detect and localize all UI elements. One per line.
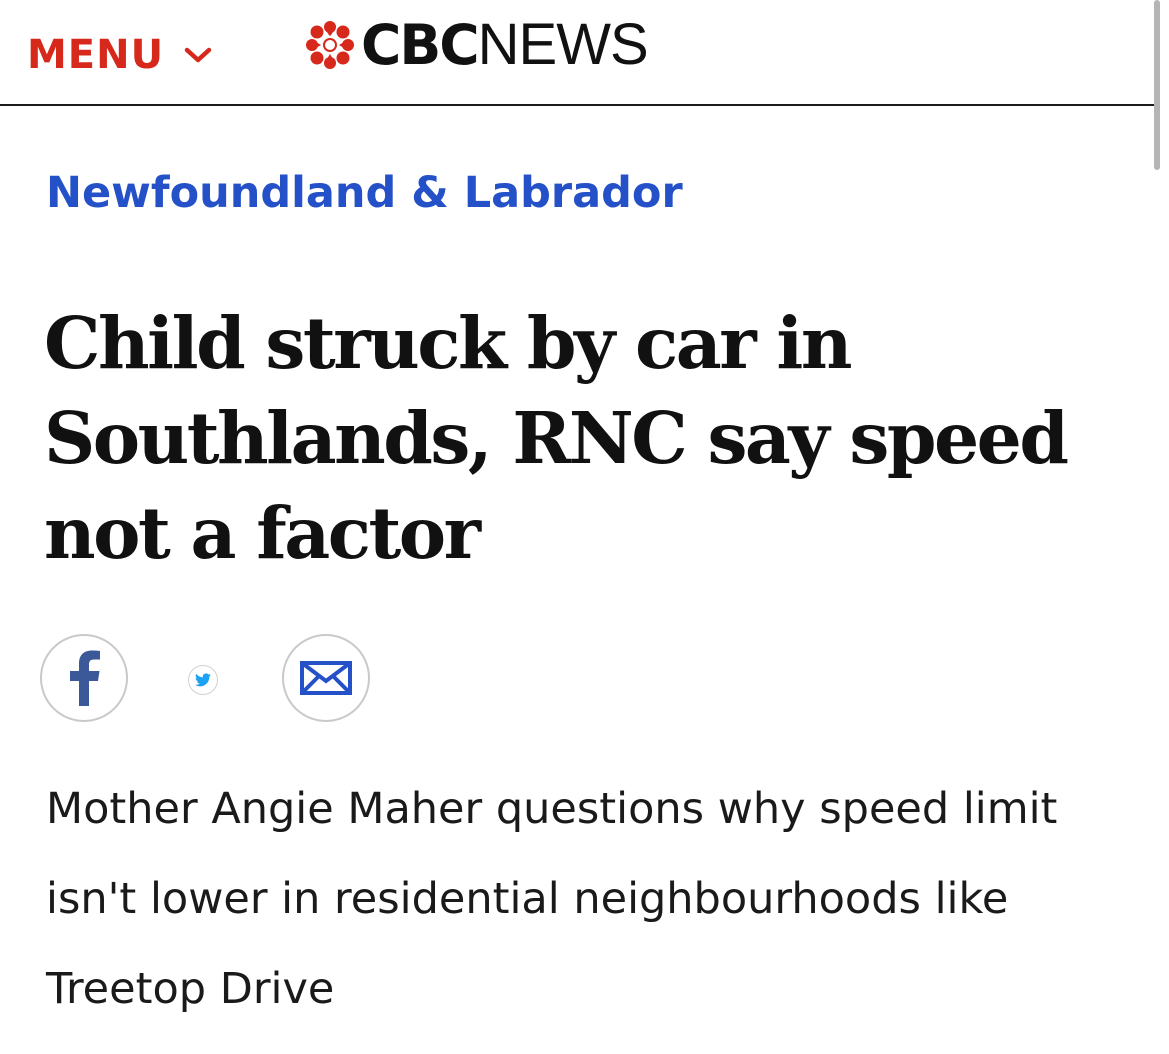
article-headline: Child struck by car in Southlands, RNC s…	[44, 301, 1069, 575]
share-bar	[40, 634, 380, 724]
email-icon	[300, 661, 352, 695]
section-link[interactable]: Newfoundland & Labrador	[46, 168, 683, 218]
cbc-gem-icon	[306, 21, 354, 69]
email-share-button[interactable]	[282, 634, 370, 722]
cbc-news-logo[interactable]: CBC NEWS	[305, 12, 649, 77]
facebook-share-button[interactable]	[40, 634, 128, 722]
menu-label: MENU	[27, 32, 165, 78]
scrollbar[interactable]	[1154, 0, 1160, 170]
facebook-icon	[70, 650, 100, 706]
logo-news-text: NEWS	[477, 12, 649, 77]
article-subheadline: Mother Angie Maher questions why speed l…	[46, 784, 1058, 1014]
site-header: MENU CBC NEWS	[0, 0, 1155, 106]
twitter-share-button[interactable]	[188, 665, 218, 695]
menu-button[interactable]: MENU	[27, 32, 212, 78]
logo-cbc-text: CBC	[361, 12, 480, 77]
twitter-icon	[195, 673, 211, 687]
chevron-down-icon	[184, 47, 212, 63]
